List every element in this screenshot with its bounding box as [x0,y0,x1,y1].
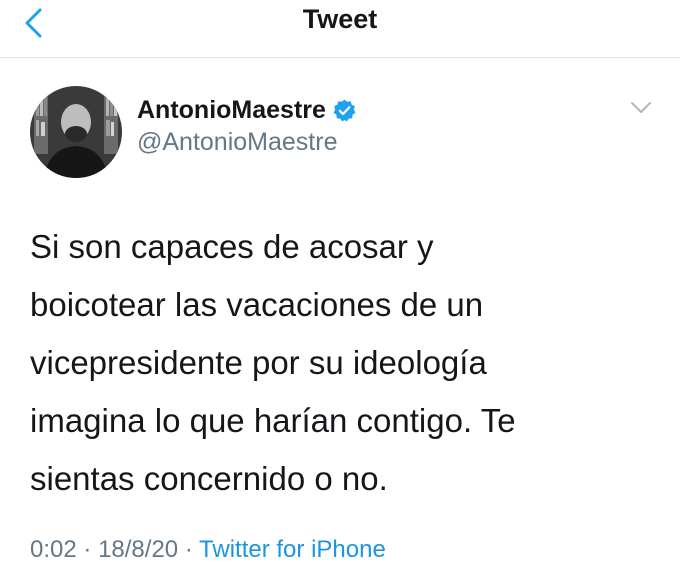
meta-separator: · [83,536,92,563]
tweet-text: Si son capaces de acosar y boicotear las… [30,218,650,508]
meta-separator: · [184,536,193,563]
tweet-source-link[interactable]: Twitter for iPhone [199,536,386,563]
profile-photo [30,86,122,178]
tweet-text-line: Si son capaces de acosar y [30,228,434,265]
author-name-row[interactable]: AntonioMaestre [137,92,357,128]
tweet-metadata: 0:02 · 18/8/20 · Twitter for iPhone [30,536,386,564]
page-title: Tweet [302,4,378,34]
verified-badge-icon [333,99,356,121]
avatar[interactable] [30,86,122,178]
display-name[interactable]: AntonioMaestre [137,96,326,125]
tweet-text-line: imagina lo que harían contigo. Te [30,402,516,439]
tweet-time: 0:02 [30,536,77,563]
top-bar: Tweet [0,0,680,58]
tweet-text-line: vicepresidente por su ideología [30,344,487,381]
tweet-text-line: boicotear las vacaciones de un [30,286,484,323]
tweet-text-line: sientas concernido o no. [30,460,388,497]
chevron-left-icon [25,8,42,38]
tweet-date: 18/8/20 [98,536,179,563]
author-handle[interactable]: @AntonioMaestre [137,128,337,157]
chevron-down-icon [631,102,651,113]
more-options-button[interactable] [626,96,656,120]
back-button[interactable] [20,6,50,40]
